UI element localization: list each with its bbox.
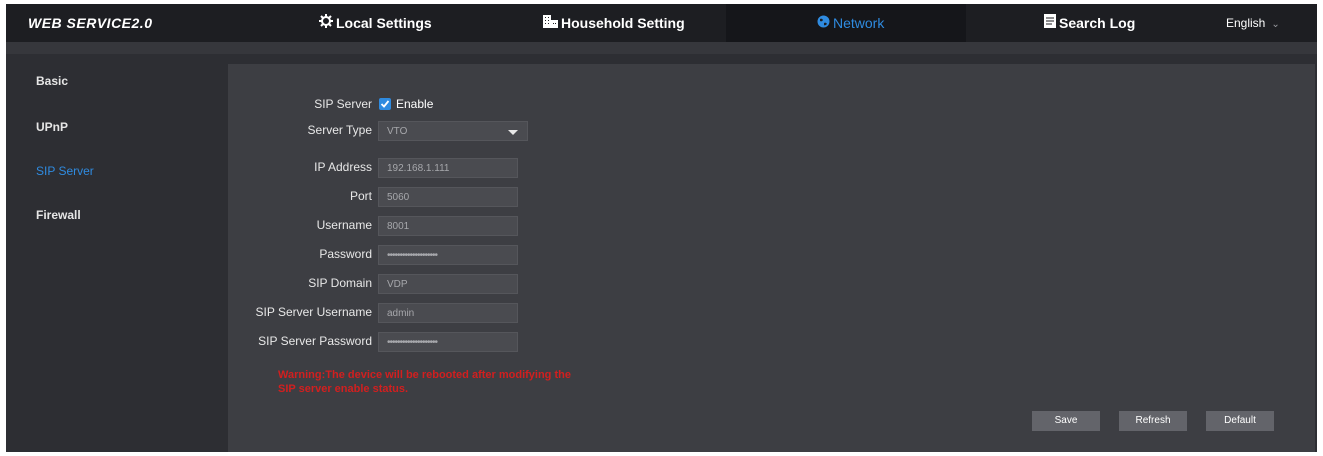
refresh-button[interactable]: Refresh bbox=[1119, 411, 1187, 431]
dropdown-arrow-icon bbox=[508, 130, 518, 135]
gear-icon bbox=[319, 4, 333, 42]
server-type-row: Server Type bbox=[236, 119, 372, 141]
password-label: Password bbox=[319, 247, 372, 261]
warning-line-2: SIP server enable status. bbox=[278, 383, 409, 395]
sip-server-row: SIP Server bbox=[236, 93, 372, 115]
server-type-label: Server Type bbox=[307, 123, 372, 137]
nav-network-label: Network bbox=[833, 15, 885, 31]
sip-server-username-row: SIP Server Username bbox=[206, 301, 373, 323]
sidebar-item-basic[interactable]: Basic bbox=[36, 74, 68, 88]
password-row: Password bbox=[236, 243, 372, 265]
brand-logo: WEB SERVICE2.0 bbox=[28, 15, 153, 31]
sip-domain-row: SIP Domain bbox=[236, 272, 372, 294]
sip-domain-label: SIP Domain bbox=[308, 276, 372, 290]
nav-household-setting[interactable]: Household Setting bbox=[543, 4, 685, 42]
ip-address-input[interactable]: 192.168.1.111 bbox=[378, 158, 518, 178]
sub-header-strip bbox=[6, 42, 1317, 54]
ip-address-row: IP Address bbox=[236, 156, 372, 178]
sidebar-item-firewall[interactable]: Firewall bbox=[36, 208, 81, 222]
sip-server-label: SIP Server bbox=[314, 97, 372, 111]
nav-local-settings[interactable]: Local Settings bbox=[319, 4, 432, 42]
warning-message: Warning:The device will be rebooted afte… bbox=[278, 368, 618, 396]
port-row: Port bbox=[236, 185, 372, 207]
nav-local-settings-label: Local Settings bbox=[336, 15, 432, 31]
nav-household-setting-label: Household Setting bbox=[561, 15, 685, 31]
app-window: WEB SERVICE2.0 Local Settings Household … bbox=[6, 4, 1317, 452]
top-navigation-bar: WEB SERVICE2.0 Local Settings Household … bbox=[6, 4, 1317, 42]
nav-search-log[interactable]: Search Log bbox=[1044, 4, 1135, 42]
chevron-down-icon: ⌄ bbox=[1271, 19, 1280, 30]
default-button[interactable]: Default bbox=[1206, 411, 1274, 431]
globe-icon bbox=[817, 4, 830, 42]
server-type-select[interactable]: VTO bbox=[378, 121, 528, 141]
ip-address-label: IP Address bbox=[314, 160, 372, 174]
building-icon bbox=[543, 4, 558, 42]
sip-domain-input[interactable]: VDP bbox=[378, 274, 518, 294]
password-input[interactable]: •••••••••••••••••••• bbox=[378, 245, 518, 265]
warning-line-1: Warning:The device will be rebooted afte… bbox=[278, 369, 571, 381]
sip-server-username-label: SIP Server Username bbox=[255, 305, 373, 319]
sip-server-username-input[interactable]: admin bbox=[378, 303, 518, 323]
port-input[interactable]: 5060 bbox=[378, 187, 518, 207]
sip-server-enable-checkbox[interactable] bbox=[379, 98, 391, 110]
server-type-value: VTO bbox=[387, 126, 408, 137]
sip-server-password-row: SIP Server Password bbox=[206, 330, 372, 352]
save-button[interactable]: Save bbox=[1032, 411, 1100, 431]
nav-search-log-label: Search Log bbox=[1059, 15, 1136, 31]
sip-server-password-label: SIP Server Password bbox=[258, 334, 372, 348]
language-label: English bbox=[1226, 16, 1266, 30]
sip-server-enable-label: Enable bbox=[396, 97, 434, 111]
username-input[interactable]: 8001 bbox=[378, 216, 518, 236]
checkmark-icon bbox=[380, 100, 390, 108]
username-row: Username bbox=[236, 214, 372, 236]
sidebar-item-upnp[interactable]: UPnP bbox=[36, 120, 68, 134]
sidebar-item-sip-server[interactable]: SIP Server bbox=[36, 164, 94, 178]
username-label: Username bbox=[316, 218, 372, 232]
port-label: Port bbox=[349, 189, 372, 203]
document-icon bbox=[1044, 4, 1056, 42]
sip-server-password-input[interactable]: •••••••••••••••••••• bbox=[378, 332, 518, 352]
nav-network[interactable]: Network bbox=[817, 4, 884, 42]
language-selector[interactable]: English ⌄ bbox=[1226, 4, 1280, 42]
